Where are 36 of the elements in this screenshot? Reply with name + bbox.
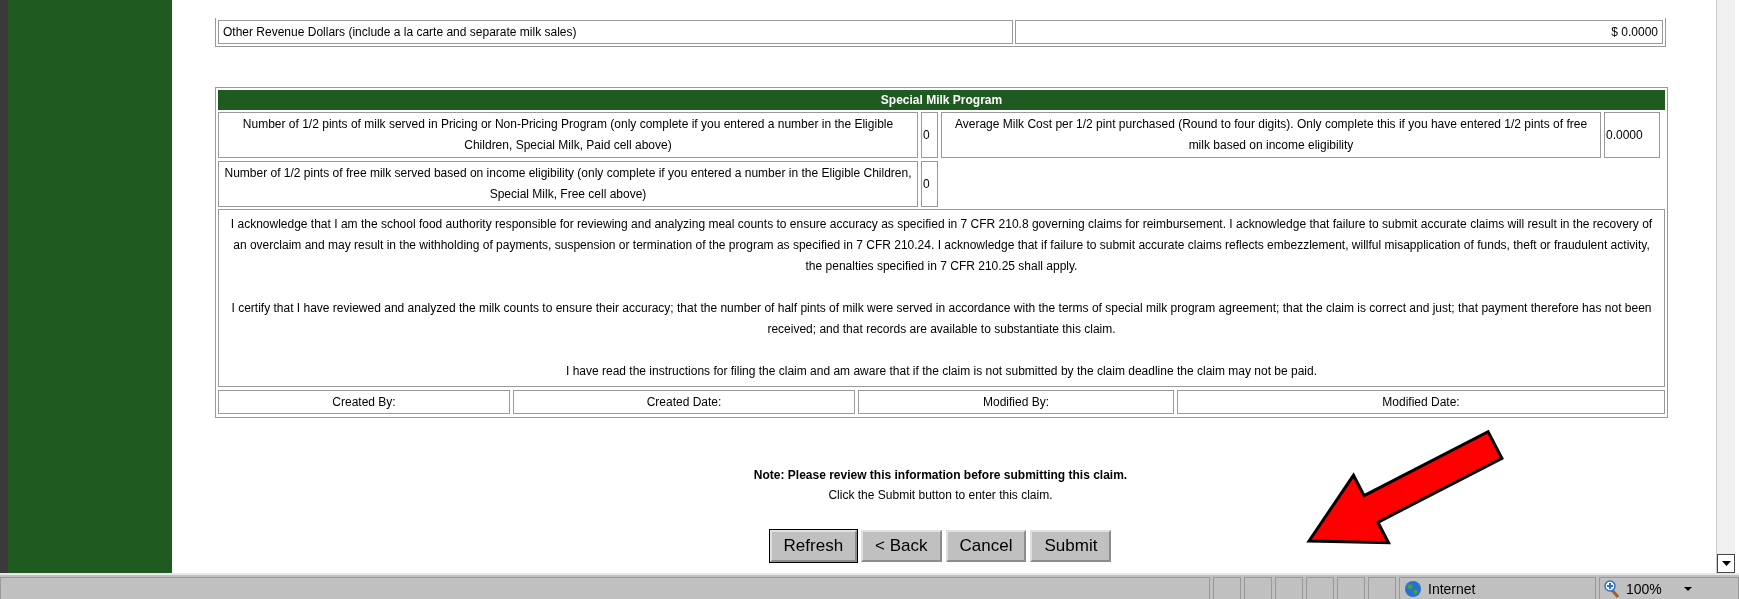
audit-label: Modified By: xyxy=(858,390,1174,414)
form-button[interactable]: Submit xyxy=(1030,530,1112,562)
row-label: Other Revenue Dollars (include a la carte and separate milk sales) xyxy=(218,20,1013,44)
down-arrow-icon xyxy=(1721,561,1731,566)
globe-icon xyxy=(1404,579,1422,598)
status-panel xyxy=(1275,577,1303,599)
certification-text: I certify that I have reviewed and analyzed the milk counts to ensure their accuracy; that the number of half pints of milk were served in accordance with the terms of special milk program agreement; that the claim is correct and just; that payment therefore has not been received; and that records are available to substantiate this claim. xyxy=(230,300,1653,338)
certification-text: I acknowledge that I am the school food authority responsible for reviewing and analyzing meal counts to ensure accuracy as specified in 7 CFR 210.8 governing claims for reimbursement. I acknowledge that failure to submit accurate claims will result in the recovery of an overclaim and may result in the withholding of payments, suspension or termination of the program as specified in 7 CFR 210.24. I acknowledge that if failure to submit accurate claims reflects embezzlement, willful misapplication of funds, theft or fraudulent activity, the penalties specified in 7 CFR 210.25 shall apply. xyxy=(229,216,1654,275)
scrollbar[interactable] xyxy=(1716,0,1735,573)
status-panel xyxy=(1337,577,1365,599)
field-label: Average Milk Cost per 1/2 pint purchased (Round to four digits). Only complete this if you have entered 1/2 pints of free milk based on income eligibility xyxy=(941,112,1601,158)
caret-icon xyxy=(1683,586,1692,591)
audit-label: Modified Date: xyxy=(1177,390,1665,414)
status-panel xyxy=(1368,577,1396,599)
field-label: Number of 1/2 pints of free milk served based on income eligibility (only complete if you entered a number in the Eligible Children, Special Milk, Free cell above) xyxy=(218,161,918,207)
instruction-text: Click the Submit button to enter this claim. xyxy=(827,488,1054,502)
certification-text: I have read the instructions for filing the claim and am aware that if the claim is not submitted by the claim deadline the claim may not be paid. xyxy=(564,363,1319,380)
zoom-control[interactable]: 100% xyxy=(1599,577,1739,599)
note-text: Note: Please review this information before submitting this claim. xyxy=(752,468,1129,482)
value-cell: 0.0000 xyxy=(1604,112,1660,158)
form-button[interactable]: < Back xyxy=(861,530,942,562)
value-cell: 0 xyxy=(921,161,938,207)
zone-label: Internet xyxy=(1428,580,1476,597)
status-panel xyxy=(1306,577,1334,599)
status-panel xyxy=(1244,577,1272,599)
section-header: Special Milk Program xyxy=(218,90,1665,110)
status-panel xyxy=(1213,577,1241,599)
audit-label: Created By: xyxy=(218,390,510,414)
magnifier-icon xyxy=(1604,579,1620,598)
value-cell: 0 xyxy=(921,112,938,158)
audit-label: Created Date: xyxy=(513,390,855,414)
scroll-down-button[interactable] xyxy=(1717,554,1735,573)
form-button[interactable]: Cancel xyxy=(945,530,1027,562)
field-label: Number of 1/2 pints of milk served in Pricing or Non-Pricing Program (only complete if you entered a number in the Eligible Children, Special Milk, Paid cell above) xyxy=(218,112,918,158)
table-cell: $ 0.0000 xyxy=(1015,20,1663,44)
form-button[interactable]: Refresh xyxy=(769,530,858,562)
